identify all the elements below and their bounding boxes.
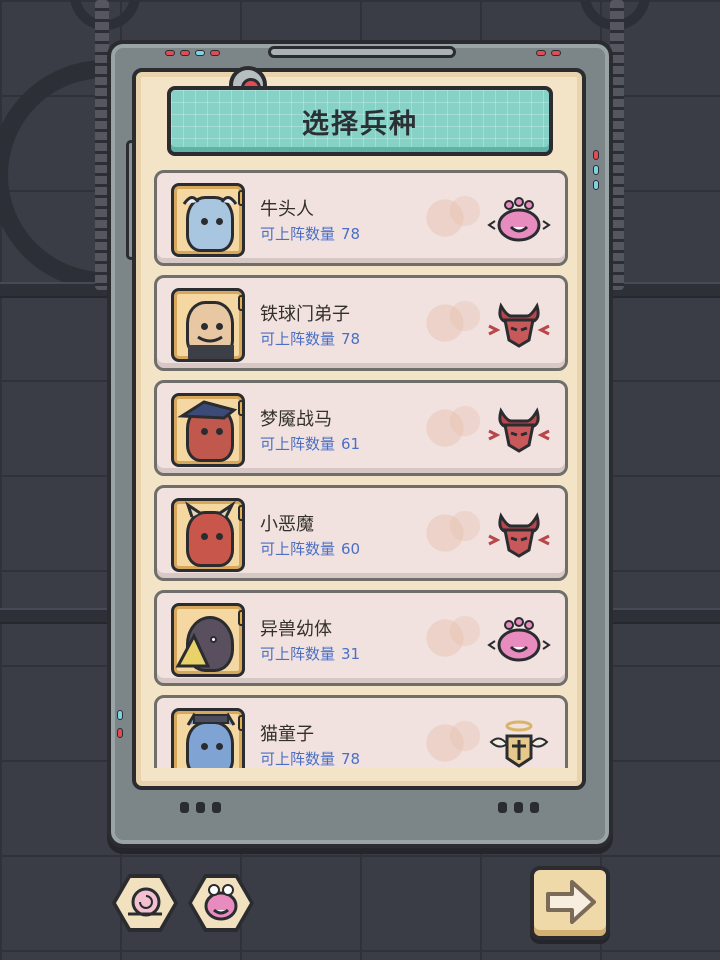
demon-faction-icon: [488, 407, 550, 453]
unit-name: 牛头人: [260, 199, 314, 220]
unit-deploy-count: 可上阵数量 78: [260, 330, 361, 348]
card-pattern: [395, 603, 495, 673]
led-icon: [180, 50, 190, 56]
dialog-title-bar: 选择兵种: [167, 86, 553, 156]
demon-faction-icon: [488, 512, 550, 558]
card-pattern: [395, 393, 495, 463]
minotaur-portrait: V: [171, 183, 245, 257]
unit-card[interactable]: V 小恶魔 可上阵数量60: [154, 485, 568, 581]
led-icon: [593, 150, 599, 160]
beast-larva-portrait: V: [171, 603, 245, 677]
frame-stud: [180, 802, 189, 813]
card-pattern: [395, 288, 495, 358]
frame-stud: [212, 802, 221, 813]
unit-deploy-count: 可上阵数量 78: [260, 225, 361, 243]
unit-deploy-count: 可上阵数量 78: [260, 750, 361, 768]
dialog-title: 选择兵种: [302, 108, 418, 140]
led-icon: [536, 50, 546, 56]
unit-card[interactable]: V 异兽幼体 可上阵数量31: [154, 590, 568, 686]
led-icon: [210, 50, 220, 56]
pink-bug-faction-icon: [487, 617, 551, 662]
rank-badge: V: [238, 295, 242, 311]
rank-badge: V: [238, 610, 242, 626]
rank-badge: V: [238, 715, 242, 731]
rank-badge: V: [238, 190, 242, 206]
unit-name: 小恶魔: [260, 514, 314, 535]
led-icon: [593, 165, 599, 175]
led-icon: [117, 710, 123, 720]
angel-helmet-faction-icon: [489, 720, 549, 768]
nightmare-horse-portrait: V: [171, 393, 245, 467]
unit-deploy-count: 可上阵数量 31: [260, 645, 361, 663]
rank-badge: V: [238, 505, 242, 521]
led-icon: [195, 50, 205, 56]
frame-stud: [514, 802, 523, 813]
unit-card[interactable]: V 铁球门弟子 可上阵数量78: [154, 275, 568, 371]
unit-card[interactable]: V 猫童子 可上阵数量78: [154, 695, 568, 768]
cat-boy-portrait: V: [171, 708, 245, 768]
unit-deploy-count: 可上阵数量 60: [260, 540, 361, 558]
frame-stud: [498, 802, 507, 813]
unit-deploy-count: 可上阵数量 61: [260, 435, 361, 453]
led-icon: [593, 180, 599, 190]
frame-top-bar: [268, 46, 456, 58]
unit-name: 铁球门弟子: [260, 304, 350, 325]
unit-name: 异兽幼体: [260, 619, 332, 640]
unit-list[interactable]: V 牛头人 可上阵数量78 V 铁球门弟子 可上阵数量78: [154, 170, 568, 768]
pink-bug-faction-icon: [487, 197, 551, 242]
led-icon: [117, 728, 123, 738]
frame-stud: [530, 802, 539, 813]
rank-badge: V: [238, 400, 242, 416]
card-pattern: [395, 183, 495, 253]
arrow-right-icon: [546, 880, 596, 924]
unit-name: 猫童子: [260, 724, 314, 745]
imp-portrait: V: [171, 498, 245, 572]
unit-name: 梦魇战马: [260, 409, 332, 430]
led-icon: [551, 50, 561, 56]
led-icon: [165, 50, 175, 56]
card-pattern: [395, 498, 495, 568]
unit-card[interactable]: V 牛头人 可上阵数量78: [154, 170, 568, 266]
iron-ball-disciple-portrait: V: [171, 288, 245, 362]
unit-card[interactable]: V 梦魇战马 可上阵数量61: [154, 380, 568, 476]
demon-faction-icon: [488, 302, 550, 348]
frame-stud: [196, 802, 205, 813]
next-button[interactable]: [530, 866, 610, 940]
card-pattern: [395, 708, 495, 768]
